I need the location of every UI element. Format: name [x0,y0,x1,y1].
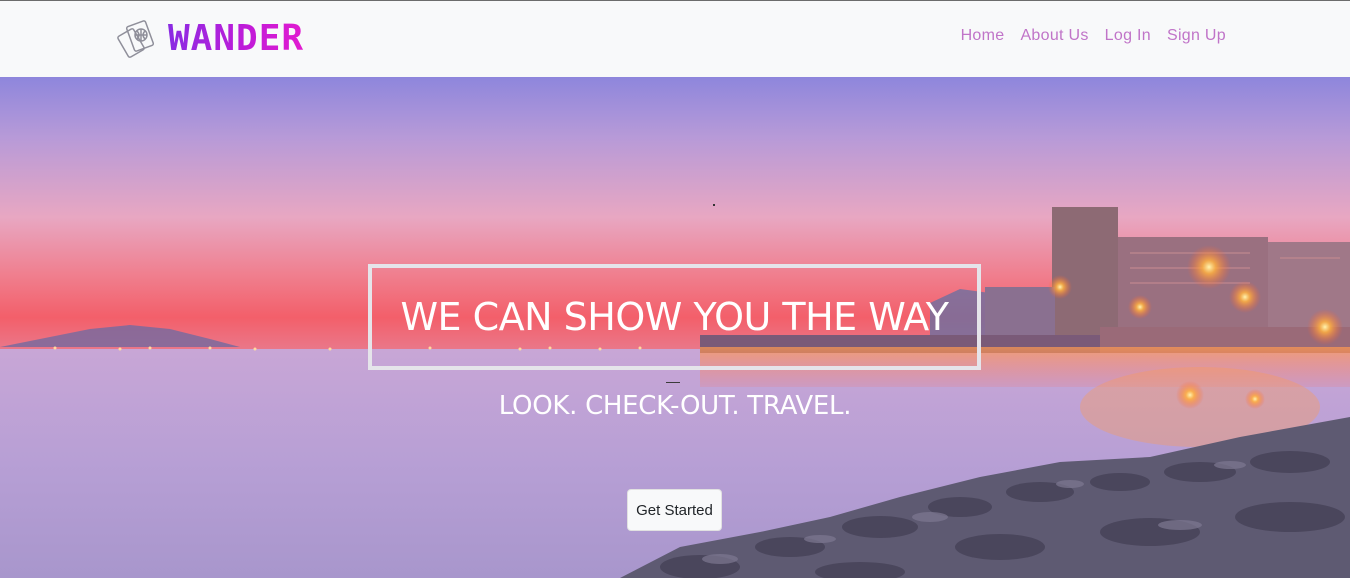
hero-headline: WE CAN SHOW YOU THE WAY [400,295,949,339]
nav-links: Home About Us Log In Sign Up [961,27,1226,45]
passport-globe-icon [117,20,155,58]
nav-about-us-link[interactable]: About Us [1020,27,1088,45]
navbar: WANDER Home About Us Log In Sign Up [0,1,1350,77]
nav-home-link[interactable]: Home [961,27,1005,45]
hero-section: WE CAN SHOW YOU THE WAY LOOK. CHECK-OUT.… [0,77,1350,578]
nav-sign-up-link[interactable]: Sign Up [1167,27,1226,45]
get-started-button[interactable]: Get Started [627,489,722,531]
stray-dot [713,204,715,206]
brand-logo[interactable]: WANDER [116,15,304,63]
nav-log-in-link[interactable]: Log In [1105,27,1151,45]
brand-name: WANDER [168,15,304,63]
headline-divider [666,382,680,383]
headline-frame: WE CAN SHOW YOU THE WAY [368,264,981,370]
hero-tagline: LOOK. CHECK-OUT. TRAVEL. [498,391,852,421]
